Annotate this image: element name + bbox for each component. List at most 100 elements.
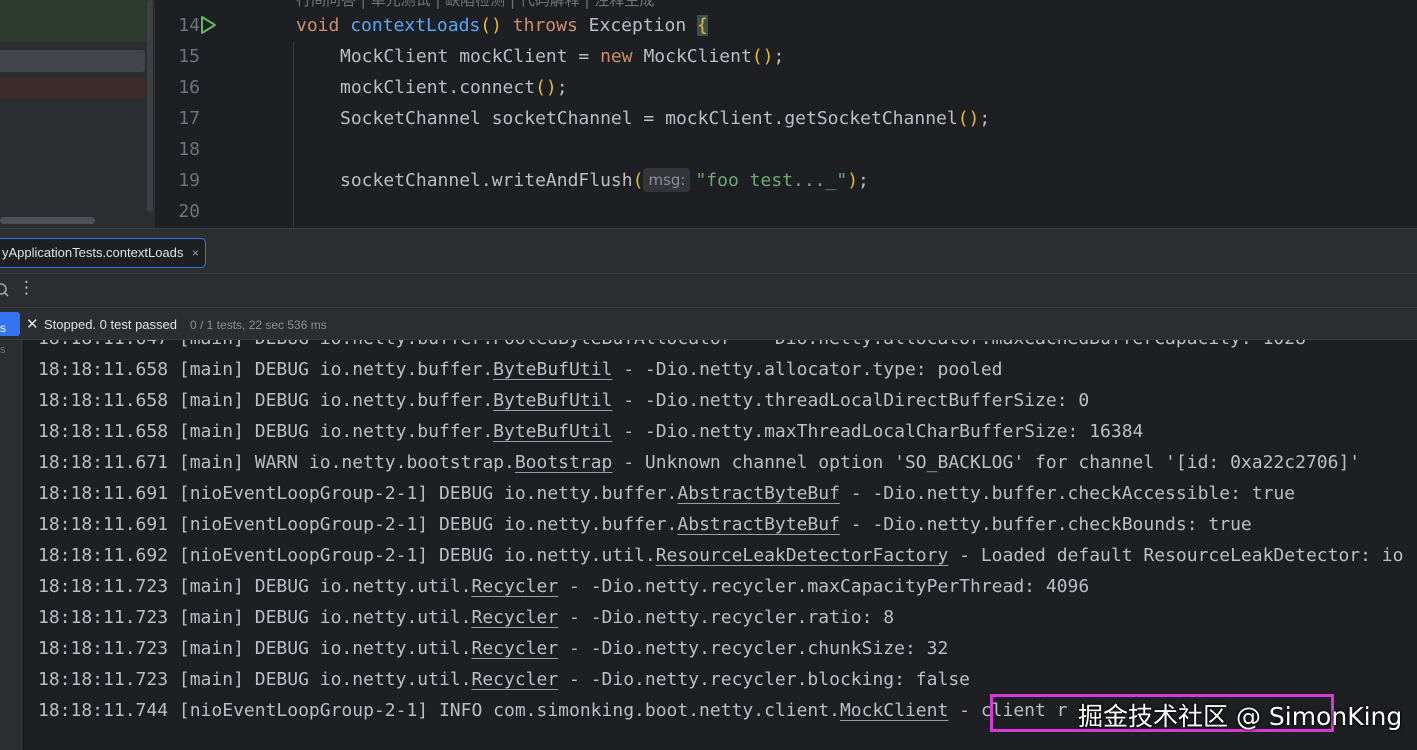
parens: (): [480, 15, 502, 36]
console-line: 18:18:11.658 [main] DEBUG io.netty.buffe…: [38, 416, 1143, 447]
console-line: 18:18:11.691 [nioEventLoopGroup-2-1] DEB…: [38, 509, 1252, 540]
log-prefix: 18:18:11.723 [main] DEBUG io.netty.util.: [38, 607, 472, 628]
test-tree-tab-label: s: [0, 321, 6, 335]
class-link[interactable]: ByteBufUtil: [493, 359, 612, 380]
console-line: 18:18:11.744 [nioEventLoopGroup-2-1] INF…: [38, 695, 1068, 726]
class-link[interactable]: ByteBufUtil: [493, 421, 612, 442]
line-number: 20: [178, 201, 200, 222]
parens: (): [751, 46, 774, 67]
ai-assistant-hint[interactable]: 行间问答 | 单元测试 | 缺陷检测 | 代码解释 | 注释生成: [296, 0, 654, 10]
tree-row-selected[interactable]: [0, 50, 145, 72]
code-text: MockClient: [632, 46, 752, 67]
class-link[interactable]: MockClient: [840, 700, 948, 721]
stopped-icon: ✕: [26, 315, 39, 333]
tree-row-error[interactable]: [0, 77, 152, 99]
test-tree-tab[interactable]: s: [0, 312, 20, 336]
run-test-icon[interactable]: [198, 15, 218, 35]
paren-open: (: [632, 170, 644, 191]
semicolon: ;: [773, 46, 785, 67]
settings-icon[interactable]: [0, 281, 10, 297]
log-prefix: 18:18:11.744 [nioEventLoopGroup-2-1] INF…: [38, 700, 840, 721]
log-prefix: 18:18:11.658 [main] DEBUG io.netty.buffe…: [38, 421, 494, 442]
keyword: new: [600, 46, 633, 67]
class-link[interactable]: Recycler: [471, 607, 558, 628]
code-line-19: socketChannel.writeAndFlush(msg: "foo tes…: [340, 165, 869, 196]
parameter-hint: msg:: [643, 168, 691, 192]
log-message: - -Dio.netty.recycler.ratio: 8: [558, 607, 895, 628]
brace: {: [697, 15, 708, 36]
keyword: void: [296, 15, 340, 36]
log-message: - -Dio.netty.buffer.checkAccessible: tru…: [839, 483, 1296, 504]
console-line: 18:18:11.723 [main] DEBUG io.netty.util.…: [38, 571, 1089, 602]
class-link[interactable]: Recycler: [471, 576, 558, 597]
class-link[interactable]: Recycler: [471, 638, 558, 659]
code-line-16: mockClient.connect();: [340, 72, 568, 103]
indent-guide: [293, 42, 294, 228]
semicolon: ;: [858, 170, 869, 191]
test-status-bar: s ✕ Stopped. 0 test passed 0 / 1 tests, …: [0, 308, 1417, 340]
horizontal-scrollbar[interactable]: [0, 217, 95, 224]
vertical-scrollbar[interactable]: [147, 0, 153, 212]
console-line: 18:18:11.691 [nioEventLoopGroup-2-1] DEB…: [38, 478, 1295, 509]
console-line: 18:18:11.671 [main] WARN io.netty.bootst…: [38, 447, 1360, 478]
class-link[interactable]: Bootstrap: [515, 452, 613, 473]
line-number: 19: [178, 170, 200, 191]
log-message: - -Dio.netty.buffer.checkBounds: true: [839, 514, 1252, 535]
console-line: 18:18:11.692 [nioEventLoopGroup-2-1] DEB…: [38, 540, 1403, 571]
test-tree-item[interactable]: s: [0, 344, 6, 356]
log-message: - Unknown channel option 'SO_BACKLOG' fo…: [612, 452, 1361, 473]
log-prefix: 18:18:11.691 [nioEventLoopGroup-2-1] DEB…: [38, 514, 678, 535]
log-prefix: 18:18:11.671 [main] WARN io.netty.bootst…: [38, 452, 515, 473]
log-message: - -Dio.netty.allocator.type: pooled: [612, 359, 1003, 380]
run-config-tab[interactable]: yApplicationTests.contextLoads ×: [0, 238, 206, 268]
code-line-17: SocketChannel socketChannel = mockClient…: [340, 103, 990, 134]
class-link[interactable]: ByteBufUtil: [493, 390, 612, 411]
project-tree-panel[interactable]: [0, 0, 155, 228]
code-content[interactable]: 行间问答 | 单元测试 | 缺陷检测 | 代码解释 | 注释生成 void co…: [250, 0, 1410, 228]
console-output[interactable]: 18:18:11.647 [main] DEBUG io.netty.buffe…: [22, 340, 1417, 750]
code-editor[interactable]: 14 15 16 17 18 19 20 行间问答 | 单元测试 | 缺陷检测 …: [0, 0, 1417, 228]
log-prefix: 18:18:11.691 [nioEventLoopGroup-2-1] DEB…: [38, 483, 678, 504]
test-count-text: 0 / 1 tests, 22 sec 536 ms: [190, 318, 327, 332]
class-link[interactable]: Recycler: [471, 669, 558, 690]
run-tab-bar: yApplicationTests.contextLoads ×: [0, 234, 1417, 274]
watermark-text: 掘金技术社区 @ SimonKing: [1078, 702, 1403, 731]
more-options-icon[interactable]: ⋮: [18, 278, 35, 298]
console-line: 18:18:11.658 [main] DEBUG io.netty.buffe…: [38, 385, 1089, 416]
class-link[interactable]: ResourceLeakDetectorFactory: [656, 545, 949, 566]
line-number: 16: [178, 77, 200, 98]
keyword: throws: [512, 15, 578, 36]
log-prefix: 18:18:11.723 [main] DEBUG io.netty.util.: [38, 669, 472, 690]
close-icon[interactable]: ×: [192, 239, 199, 267]
code-text: socketChannel.writeAndFlush: [340, 170, 633, 191]
console-line-partial: 18:18:11.647 [main] DEBUG io.netty.buffe…: [38, 340, 1306, 354]
tree-row-added[interactable]: [0, 0, 152, 42]
line-number: 14: [178, 15, 200, 36]
log-prefix: 18:18:11.658 [main] DEBUG io.netty.buffe…: [38, 359, 494, 380]
code-text: MockClient mockClient =: [340, 46, 601, 67]
line-number: 17: [178, 108, 200, 129]
line-number: 15: [178, 46, 200, 67]
test-status-text: Stopped. 0 test passed: [44, 317, 177, 332]
log-prefix: 18:18:11.723 [main] DEBUG io.netty.util.: [38, 638, 472, 659]
run-toolbar: ⋮: [0, 274, 1417, 308]
code-text: SocketChannel socketChannel = mockClient…: [340, 108, 958, 129]
method-name: contextLoads: [350, 15, 481, 36]
semicolon: ;: [556, 77, 568, 98]
log-message: - -Dio.netty.recycler.maxCapacityPerThre…: [558, 576, 1090, 597]
run-tab-label: yApplicationTests.contextLoads: [2, 245, 184, 260]
log-message: - -Dio.netty.maxThreadLocalCharBufferSiz…: [612, 421, 1144, 442]
semicolon: ;: [979, 108, 991, 129]
console-line: 18:18:11.723 [main] DEBUG io.netty.util.…: [38, 664, 970, 695]
log-message: - -Dio.netty.recycler.blocking: false: [558, 669, 970, 690]
class-link[interactable]: AbstractByteBuf: [677, 514, 840, 535]
code-text: mockClient.connect: [340, 77, 536, 98]
log-prefix: 18:18:11.658 [main] DEBUG io.netty.buffe…: [38, 390, 494, 411]
log-message: - -Dio.netty.threadLocalDirectBufferSize…: [612, 390, 1090, 411]
paren-close: ): [847, 170, 859, 191]
code-line-14: void contextLoads() throws Exception {: [296, 10, 708, 41]
test-tree-panel[interactable]: s: [0, 340, 22, 750]
class-link[interactable]: AbstractByteBuf: [677, 483, 840, 504]
console-line: 18:18:11.658 [main] DEBUG io.netty.buffe…: [38, 354, 1003, 385]
log-message: - -Dio.netty.recycler.chunkSize: 32: [558, 638, 949, 659]
